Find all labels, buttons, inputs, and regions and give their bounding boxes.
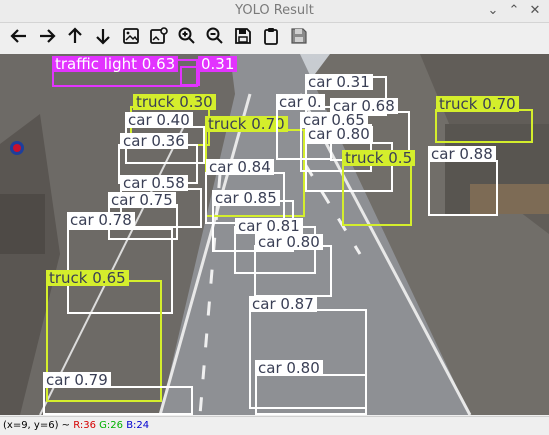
window-titlebar[interactable]: YOLO Result ⌄ ⌃ ✕ <box>0 0 549 23</box>
pixel-g-value: G:26 <box>99 420 123 431</box>
cursor-coordinates: (x=9, y=6) ~ <box>3 420 71 431</box>
pixel-b-value: B:24 <box>126 420 150 431</box>
detection-label: car 0.80 <box>305 126 373 142</box>
detection-box <box>342 162 412 226</box>
detection-box <box>255 374 367 415</box>
clipboard-button[interactable] <box>260 25 282 47</box>
detection-label: car 0.85 <box>212 190 280 206</box>
collapse-icon[interactable]: ⌄ <box>484 2 502 20</box>
toolbar <box>0 23 549 54</box>
detection-label: car 0.81 <box>235 218 303 234</box>
detection-label: car 0.87 <box>249 296 317 312</box>
detection-label: car 0.36 <box>120 133 188 149</box>
detection-label: truck 0.5 <box>342 150 416 166</box>
detection-label: car 0.40 <box>125 112 193 128</box>
detection-label: truck 0.30 <box>133 94 216 110</box>
detection-label: car 0.80 <box>255 234 323 250</box>
detection-label: car 0.58 <box>120 175 188 191</box>
clipboard-icon <box>264 28 278 45</box>
detection-label: car 0.75 <box>108 192 176 208</box>
window-title: YOLO Result <box>235 3 314 18</box>
detection-label: truck 0.70 <box>436 96 519 112</box>
detection-box <box>428 160 498 216</box>
detection-label: car 0. <box>276 94 325 110</box>
close-icon[interactable]: ✕ <box>526 2 544 20</box>
image-gear-icon <box>150 27 168 44</box>
detection-box <box>254 245 332 297</box>
floppy-icon <box>235 28 251 44</box>
zoom-out-button[interactable] <box>204 25 226 47</box>
save-button[interactable] <box>232 25 254 47</box>
detection-label: car 0.79 <box>43 372 111 388</box>
image-button[interactable] <box>120 25 142 47</box>
detection-label: truck 0.65 <box>46 270 129 286</box>
floppy-disabled-icon <box>291 28 307 44</box>
detection-box <box>435 109 533 143</box>
zoom-in-icon <box>178 27 195 44</box>
image-icon <box>123 28 139 44</box>
save-as-button[interactable] <box>288 25 310 47</box>
pixel-r-value: R:36 <box>73 420 96 431</box>
zoom-in-button[interactable] <box>176 25 198 47</box>
arrow-up-icon <box>68 27 82 43</box>
arrow-right-icon <box>40 29 56 43</box>
right-arrow-button[interactable] <box>36 25 58 47</box>
detection-label: traffic light 0.63 <box>52 56 179 72</box>
image-settings-button[interactable] <box>148 25 170 47</box>
arrow-left-icon <box>10 29 26 43</box>
detection-label: car 0.80 <box>255 360 323 376</box>
image-viewport[interactable]: traffic light 0.63 0.31 car 0.31 truck 0.30… <box>0 54 549 415</box>
detection-label: car 0.88 <box>428 146 496 162</box>
arrow-down-icon <box>96 29 110 45</box>
left-arrow-button[interactable] <box>8 25 30 47</box>
detection-box <box>43 386 193 415</box>
status-bar: (x=9, y=6) ~ R:36 G:26 B:24 <box>0 416 549 435</box>
detection-label: car 0.84 <box>206 159 274 175</box>
maximize-icon[interactable]: ⌃ <box>505 2 523 20</box>
up-arrow-button[interactable] <box>64 25 86 47</box>
detection-label: car 0.78 <box>67 212 135 228</box>
detection-label: 0.31 <box>198 56 238 72</box>
detection-label: car 0.31 <box>305 74 373 90</box>
down-arrow-button[interactable] <box>92 25 114 47</box>
detection-box <box>180 66 200 86</box>
zoom-out-icon <box>206 27 223 44</box>
